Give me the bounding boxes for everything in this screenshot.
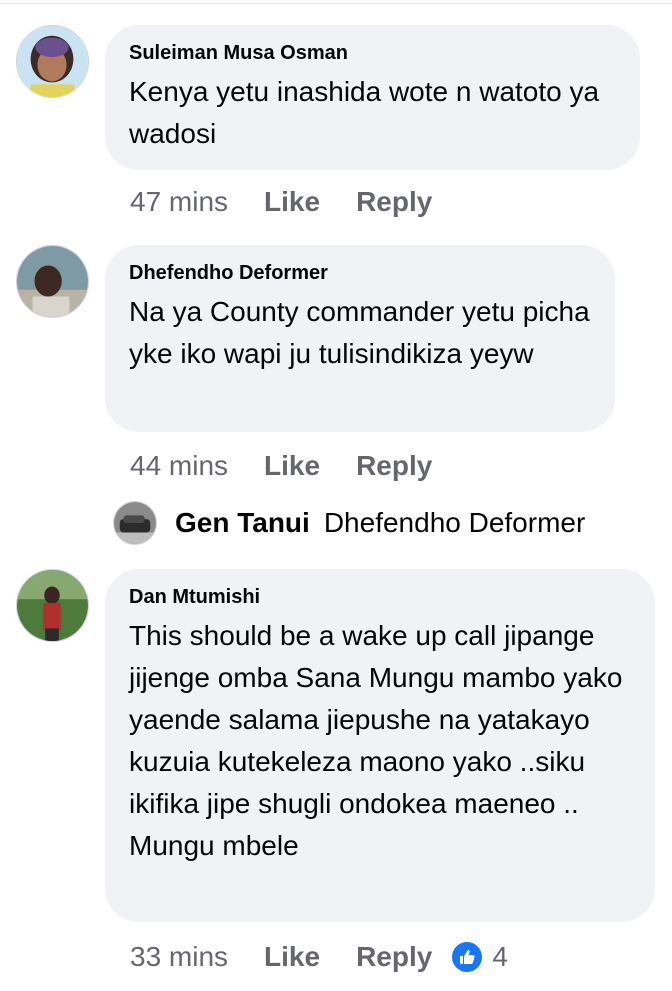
comment-author[interactable]: Dan Mtumishi bbox=[129, 585, 631, 609]
like-button[interactable]: Like bbox=[264, 449, 320, 483]
avatar[interactable] bbox=[16, 569, 89, 642]
comment-author[interactable]: Suleiman Musa Osman bbox=[129, 41, 616, 65]
reply-author[interactable]: Gen Tanui bbox=[175, 507, 310, 539]
divider bbox=[0, 3, 672, 4]
reply-button[interactable]: Reply bbox=[356, 940, 432, 974]
comment-timestamp[interactable]: 33 mins bbox=[130, 940, 228, 974]
avatar[interactable] bbox=[113, 501, 157, 545]
like-button[interactable]: Like bbox=[264, 940, 320, 974]
comment-text: Kenya yetu inashida wote n watoto ya wad… bbox=[129, 76, 600, 149]
reply-preview[interactable]: Gen Tanui Dhefendho Deformer bbox=[113, 500, 585, 546]
comment-bubble: Dan Mtumishi This should be a wake up ca… bbox=[105, 569, 655, 922]
comment-bubble: Dhefendho Deformer Na ya County commande… bbox=[105, 245, 615, 432]
comment-actions: 47 mins Like Reply bbox=[130, 185, 452, 219]
comment-bubble: Suleiman Musa Osman Kenya yetu inashida … bbox=[105, 25, 640, 170]
reply-button[interactable]: Reply bbox=[356, 449, 432, 483]
comment-timestamp[interactable]: 44 mins bbox=[130, 449, 228, 483]
comment-actions: 44 mins Like Reply bbox=[130, 449, 452, 483]
reply-button[interactable]: Reply bbox=[356, 185, 432, 219]
like-button[interactable]: Like bbox=[264, 185, 320, 219]
comment-author[interactable]: Dhefendho Deformer bbox=[129, 261, 591, 285]
avatar[interactable] bbox=[16, 245, 89, 318]
comment-text: This should be a wake up call jipange ji… bbox=[129, 620, 623, 861]
reply-text: Dhefendho Deformer bbox=[323, 507, 586, 538]
thumbs-up-icon[interactable] bbox=[452, 942, 483, 972]
comment-text: Na ya County commander yetu picha yke ik… bbox=[129, 296, 590, 369]
reaction-count[interactable]: 4 bbox=[492, 940, 508, 974]
avatar[interactable] bbox=[16, 25, 89, 98]
comment-actions: 33 mins Like Reply 4 bbox=[130, 940, 508, 974]
comment-timestamp[interactable]: 47 mins bbox=[130, 185, 228, 219]
